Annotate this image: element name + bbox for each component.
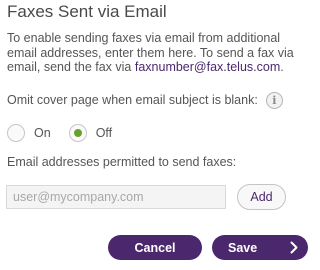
- permitted-emails-label: Email addresses permitted to send faxes:: [7, 155, 237, 169]
- omit-cover-label: Omit cover page when email subject is bl…: [7, 93, 258, 107]
- add-button[interactable]: Add: [237, 184, 286, 210]
- cancel-button[interactable]: Cancel: [108, 235, 202, 260]
- fax-email-link[interactable]: faxnumber@fax.telus.com: [135, 60, 280, 74]
- description-text-after: .: [280, 60, 284, 74]
- radio-on-label[interactable]: On: [34, 126, 51, 140]
- info-icon[interactable]: i: [265, 91, 283, 109]
- save-button-label: Save: [228, 240, 258, 255]
- description-text: To enable sending faxes via email from a…: [7, 31, 307, 75]
- save-button[interactable]: Save: [212, 235, 308, 260]
- page-title: Faxes Sent via Email: [7, 2, 167, 21]
- radio-off[interactable]: [68, 124, 87, 142]
- radio-off-label[interactable]: Off: [96, 126, 112, 140]
- chevron-right-icon: [290, 241, 298, 254]
- email-address-input[interactable]: [6, 185, 226, 209]
- omit-cover-row: Omit cover page when email subject is bl…: [7, 91, 283, 109]
- omit-cover-radio-group: On Off: [7, 123, 130, 143]
- radio-on[interactable]: [7, 124, 25, 142]
